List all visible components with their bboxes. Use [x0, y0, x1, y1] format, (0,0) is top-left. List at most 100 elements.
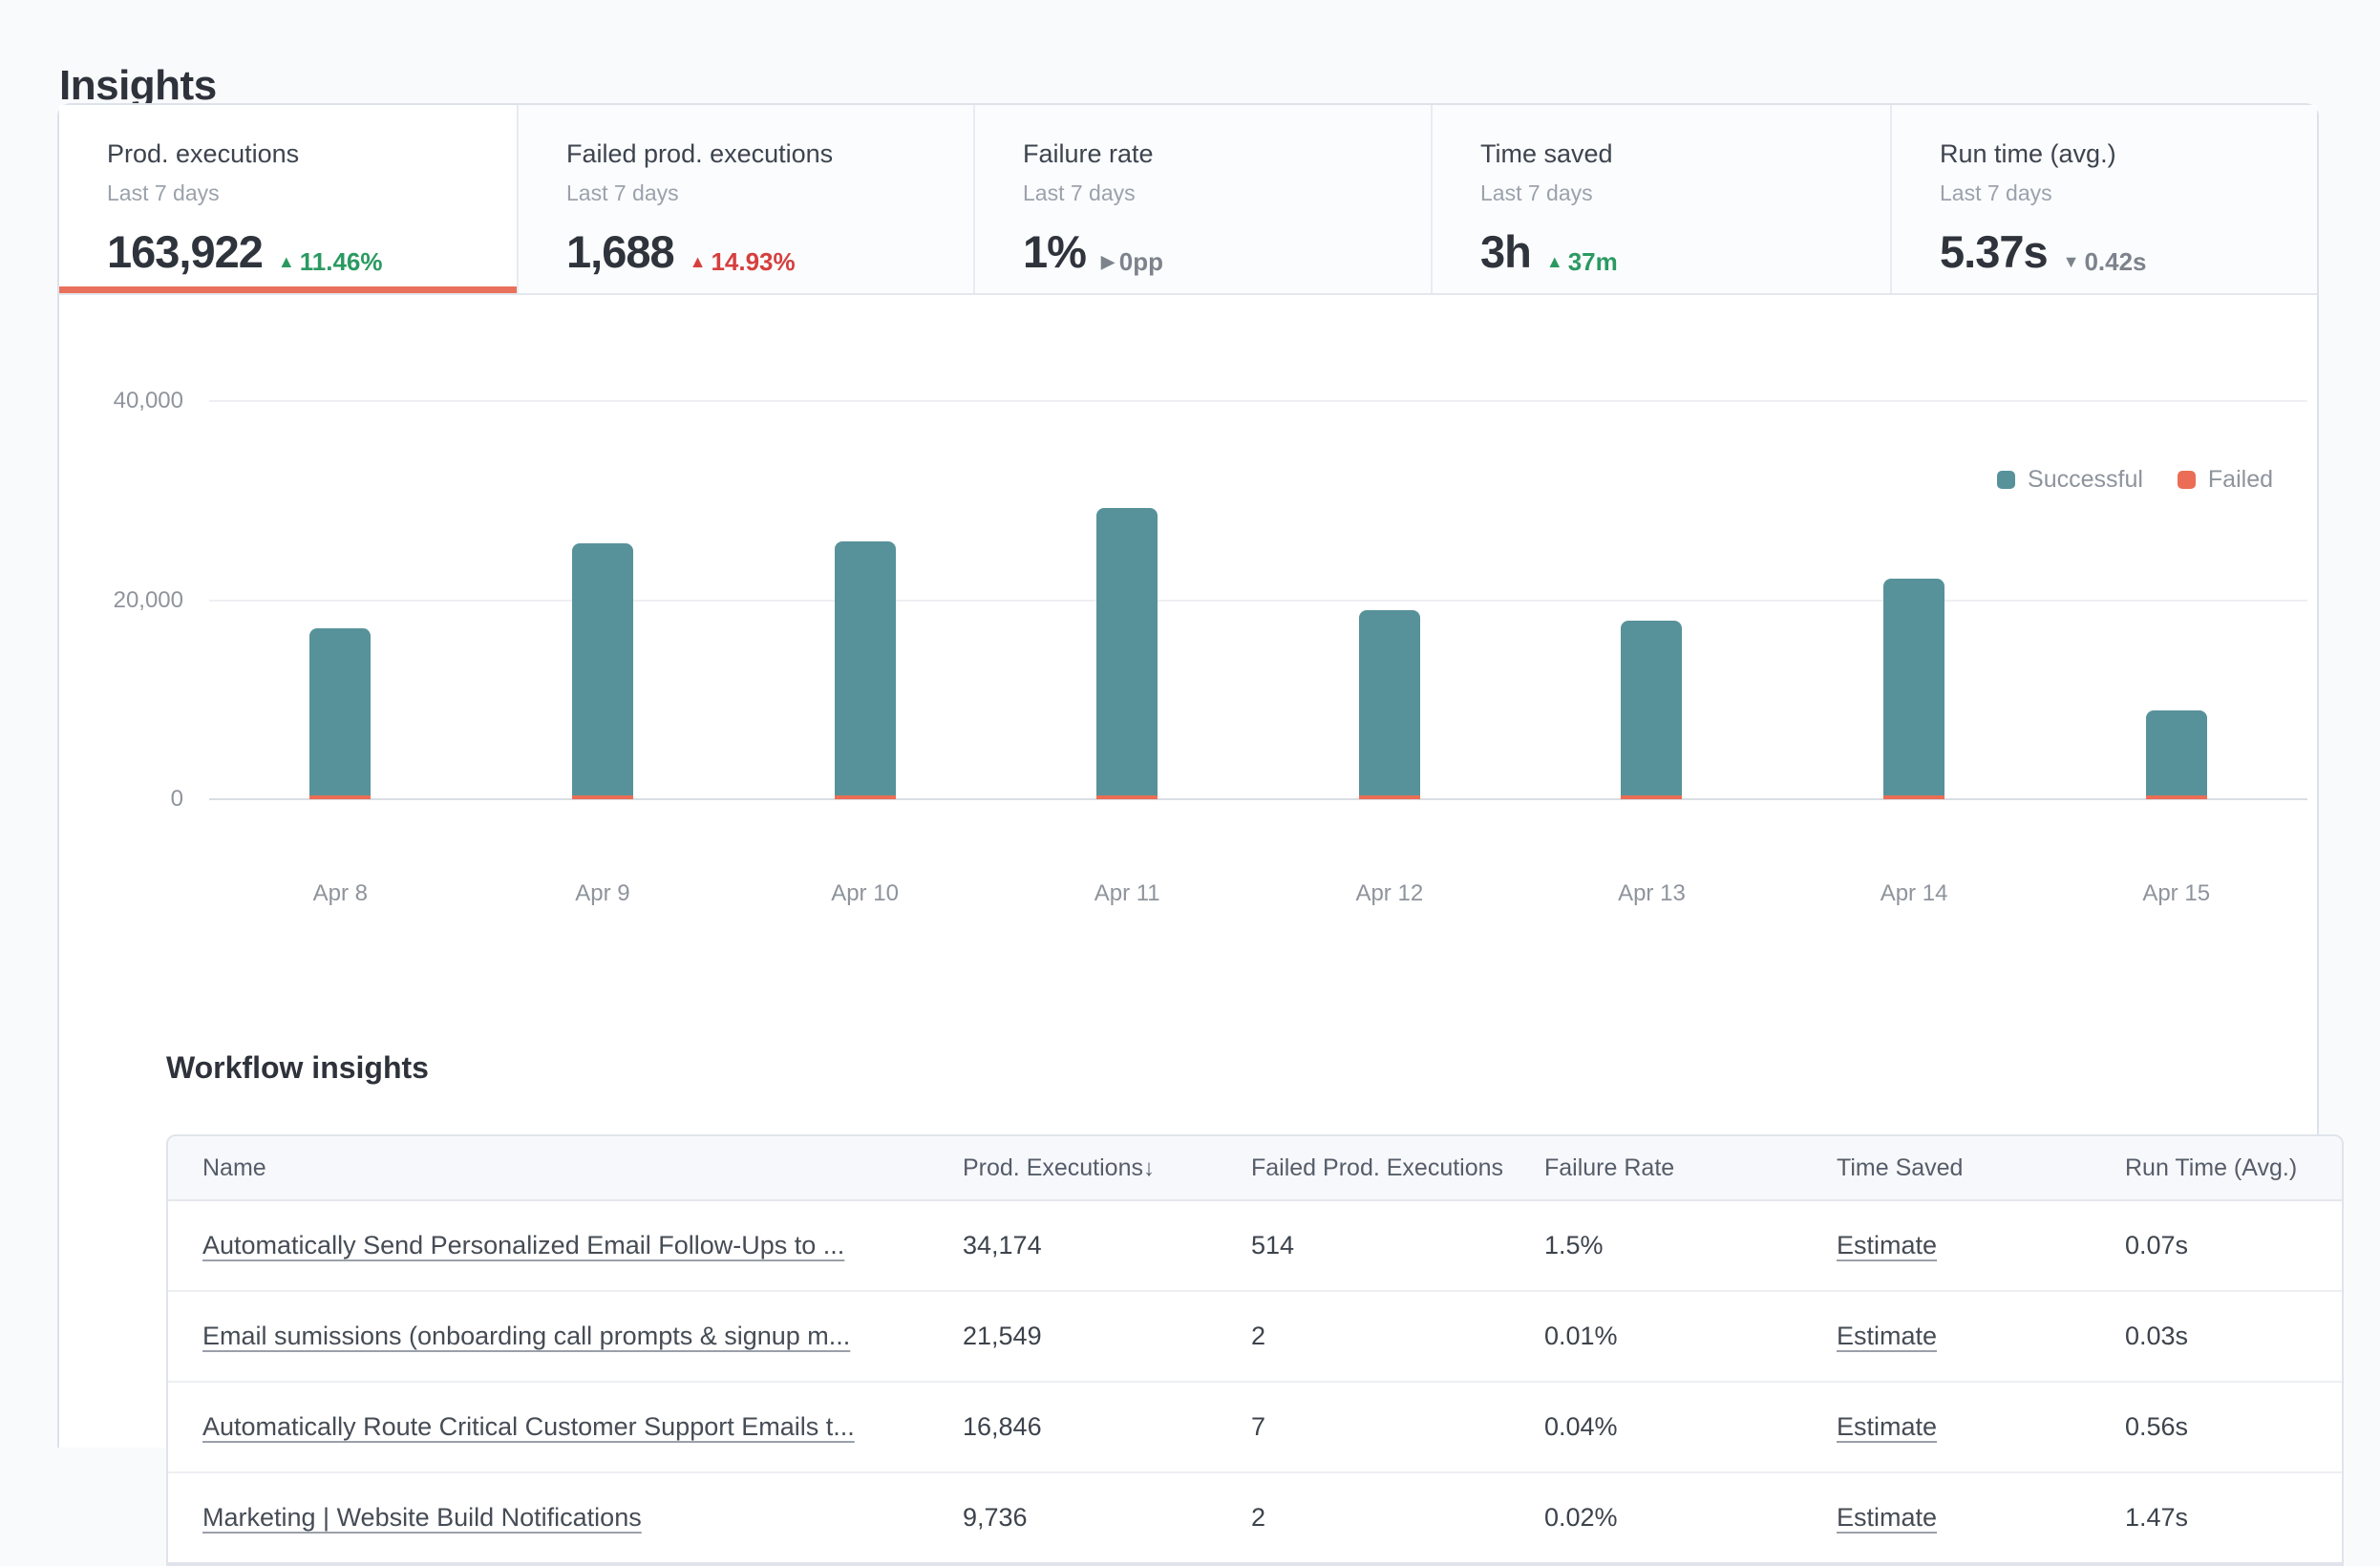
bar-apr-8: [309, 628, 371, 799]
workflow-name-link[interactable]: Marketing | Website Build Notifications: [202, 1503, 642, 1532]
trend-neutral-icon: ▶: [1101, 252, 1115, 272]
metric-value: 1%: [1023, 225, 1086, 278]
table-row: Email sumissions (onboarding call prompt…: [168, 1292, 2342, 1383]
table-cell: 0.03s: [2125, 1322, 2342, 1351]
table-cell: Estimate: [1837, 1322, 2125, 1351]
table-cell: 9,736: [963, 1503, 1251, 1533]
trend-up-icon: ▲: [1546, 252, 1563, 272]
metric-card-run-time-avg[interactable]: Run time (avg.) Last 7 days 5.37s ▼0.42s: [1892, 105, 2317, 293]
bar-segment-successful: [1621, 621, 1682, 795]
table-cell: 0.04%: [1544, 1412, 1837, 1442]
metric-delta-text: 37m: [1568, 247, 1618, 277]
table-cell: 0.01%: [1544, 1322, 1837, 1351]
column-header-prod-executions[interactable]: Prod. Executions↓: [963, 1154, 1251, 1182]
x-axis-tick-label: Apr 8: [313, 880, 368, 907]
table-cell: Estimate: [1837, 1503, 2125, 1533]
gridline: [209, 600, 2307, 602]
metric-title: Prod. executions: [107, 139, 498, 169]
metric-card-prod-executions[interactable]: Prod. executionsLast 7 days163,922▲11.46…: [59, 105, 519, 293]
metric-value: 1,688: [566, 225, 674, 278]
workflow-name-link[interactable]: Automatically Route Critical Customer Su…: [202, 1412, 855, 1441]
table-cell: Estimate: [1837, 1231, 2125, 1260]
metric-period: Last 7 days: [566, 180, 954, 206]
metric-title: Run time (avg.): [1940, 139, 2298, 169]
table-cell: 7: [1251, 1412, 1544, 1442]
metric-period: Last 7 days: [1023, 180, 1412, 206]
table-row: Automatically Send Personalized Email Fo…: [168, 1201, 2342, 1292]
y-axis-tick-label: 20,000: [76, 587, 183, 614]
metric-cards-row: Prod. executionsLast 7 days163,922▲11.46…: [59, 105, 2317, 295]
table-cell: 1.5%: [1544, 1231, 1837, 1260]
metric-delta-text: 11.46%: [300, 247, 383, 277]
executions-bar-chart: [209, 401, 2307, 799]
bar-segment-failed: [2146, 795, 2207, 799]
table-cell: Estimate: [1837, 1412, 2125, 1442]
x-axis-tick-label: Apr 14: [1881, 880, 1948, 907]
x-axis-tick-label: Apr 15: [2142, 880, 2210, 907]
table-row: Automatically Route Critical Customer Su…: [168, 1383, 2342, 1473]
y-axis-tick-label: 0: [76, 786, 183, 813]
bar-segment-successful: [835, 541, 896, 795]
metric-period: Last 7 days: [1480, 180, 1871, 206]
trend-up-icon: ▲: [278, 252, 295, 272]
estimate-link[interactable]: Estimate: [1837, 1412, 1937, 1441]
metric-delta: ▲14.93%: [690, 247, 796, 277]
x-axis-line: [209, 798, 2307, 800]
metric-card-failed-prod-executions[interactable]: Failed prod. executionsLast 7 days1,688▲…: [519, 105, 975, 293]
table-cell: Marketing | Website Build Notifications: [168, 1503, 963, 1533]
metric-value: 5.37s: [1940, 225, 2048, 278]
sort-descending-icon: ↓: [1143, 1155, 1155, 1181]
column-header-time-saved[interactable]: Time Saved: [1837, 1154, 2125, 1182]
table-cell: 0.56s: [2125, 1412, 2342, 1442]
estimate-link[interactable]: Estimate: [1837, 1503, 1937, 1532]
column-header-run-time-avg-[interactable]: Run Time (Avg.): [2125, 1154, 2342, 1182]
table-cell: Automatically Route Critical Customer Su…: [168, 1412, 963, 1442]
column-header-name[interactable]: Name: [168, 1154, 963, 1182]
bar-segment-failed: [572, 795, 633, 799]
bar-apr-11: [1096, 508, 1158, 799]
table-cell: 34,174: [963, 1231, 1251, 1260]
bar-segment-successful: [1883, 579, 1944, 795]
bar-segment-failed: [835, 795, 896, 799]
workflow-insights-title: Workflow insights: [166, 1050, 429, 1086]
metric-period: Last 7 days: [1940, 180, 2298, 206]
metric-period: Last 7 days: [107, 180, 498, 206]
metric-delta: ▲11.46%: [278, 247, 383, 277]
metric-card-failure-rate[interactable]: Failure rate Last 7 days 1% ▶0pp: [975, 105, 1433, 293]
metric-delta: ▲37m: [1546, 247, 1618, 277]
workflow-name-link[interactable]: Automatically Send Personalized Email Fo…: [202, 1231, 844, 1259]
column-header-failed-prod-executions[interactable]: Failed Prod. Executions: [1251, 1154, 1544, 1182]
bar-apr-10: [835, 541, 896, 799]
workflow-name-link[interactable]: Email sumissions (onboarding call prompt…: [202, 1322, 850, 1350]
x-axis-tick-label: Apr 11: [1094, 880, 1160, 907]
table-row: Marketing | Website Build Notifications 9…: [168, 1473, 2342, 1564]
bar-apr-13: [1621, 621, 1682, 799]
metric-delta-text: 0.42s: [2084, 247, 2146, 277]
metric-delta: ▼0.42s: [2063, 247, 2147, 277]
metric-title: Failure rate: [1023, 139, 1412, 169]
metric-delta: ▶0pp: [1101, 247, 1163, 277]
bar-segment-successful: [309, 628, 371, 795]
bar-segment-failed: [1883, 795, 1944, 799]
estimate-link[interactable]: Estimate: [1837, 1231, 1937, 1259]
bar-segment-successful: [1096, 508, 1158, 795]
x-axis-tick-label: Apr 12: [1355, 880, 1423, 907]
x-axis-tick-label: Apr 9: [575, 880, 629, 907]
active-tab-underline: [59, 286, 517, 293]
workflow-insights-table: NameProd. Executions↓Failed Prod. Execut…: [166, 1134, 2344, 1566]
bar-segment-successful: [572, 543, 633, 795]
insights-panel: Prod. executionsLast 7 days163,922▲11.46…: [57, 103, 2319, 1448]
metric-delta-text: 0pp: [1119, 247, 1163, 277]
metric-value: 3h: [1480, 225, 1531, 278]
table-cell: 21,549: [963, 1322, 1251, 1351]
table-cell: 0.07s: [2125, 1231, 2342, 1260]
table-cell: Automatically Send Personalized Email Fo…: [168, 1231, 963, 1260]
column-header-failure-rate[interactable]: Failure Rate: [1544, 1154, 1837, 1182]
metric-card-time-saved[interactable]: Time savedLast 7 days3h▲37m: [1433, 105, 1892, 293]
trend-up-icon: ▲: [690, 252, 707, 272]
bar-segment-successful: [1359, 610, 1420, 795]
estimate-link[interactable]: Estimate: [1837, 1322, 1937, 1350]
x-axis-tick-label: Apr 13: [1618, 880, 1686, 907]
bar-segment-failed: [1621, 795, 1682, 799]
table-cell: 2: [1251, 1503, 1544, 1533]
